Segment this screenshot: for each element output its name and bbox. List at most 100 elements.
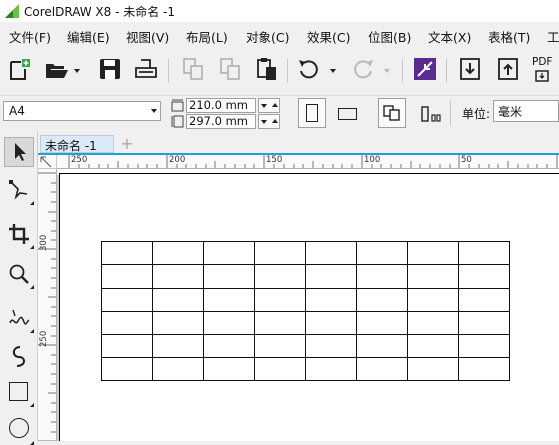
menu-view[interactable]: 视图(V) <box>126 27 169 46</box>
open-folder-icon[interactable] <box>44 56 70 82</box>
ruler-origin-icon <box>40 156 52 168</box>
document-tab-label: 未命名 -1 <box>45 139 97 153</box>
spin-down-icon[interactable] <box>261 120 267 124</box>
menu-bar: 文件(F) 编辑(E) 视图(V) 布局(L) 对象(C) 效果(C) 位图(B… <box>0 22 559 47</box>
page-size-select[interactable]: A4 <box>3 101 161 121</box>
flyout-indicator <box>30 201 34 205</box>
menu-edit[interactable]: 编辑(E) <box>67 27 110 46</box>
units-label: 单位: <box>462 107 491 121</box>
menu-file[interactable]: 文件(F) <box>9 27 51 46</box>
property-bar: A4 210.0 mm 297.0 mm 单位: 毫米 <box>0 95 559 132</box>
landscape-icon <box>338 108 357 120</box>
ruler-h-label: 50 <box>461 155 472 165</box>
pdf-icon <box>535 70 549 82</box>
vertical-ruler-ticks <box>38 172 56 441</box>
undo-dropdown-icon[interactable] <box>330 69 336 73</box>
add-tab-icon[interactable]: + <box>118 135 136 153</box>
rectangle-tool[interactable] <box>4 377 34 407</box>
menu-object[interactable]: 对象(C) <box>246 27 289 46</box>
new-document-icon[interactable] <box>6 56 32 82</box>
horizontal-ruler-ticks <box>68 155 558 168</box>
chevron-down-icon <box>151 109 157 113</box>
export-icon[interactable] <box>495 56 521 82</box>
portrait-button[interactable] <box>298 98 326 128</box>
ruler-h-label: 150 <box>266 155 283 165</box>
units-value: 毫米 <box>498 105 523 119</box>
open-dropdown-icon[interactable] <box>74 69 80 73</box>
spin-down-icon[interactable] <box>261 104 267 108</box>
flyout-indicator <box>30 441 34 445</box>
pick-tool[interactable] <box>4 137 34 167</box>
table-object[interactable] <box>100 240 512 383</box>
pdf-label: PDF <box>532 56 553 68</box>
toolbar-separator <box>402 59 403 83</box>
search-content-icon[interactable] <box>412 56 438 82</box>
artistic-media-tool[interactable] <box>4 341 34 371</box>
rectangle-icon <box>9 382 28 401</box>
current-page-icon[interactable] <box>419 103 443 123</box>
ruler-v-label: 250 <box>39 330 49 347</box>
menu-effects[interactable]: 效果(C) <box>307 27 350 46</box>
shape-tool[interactable] <box>4 175 34 205</box>
redo-dropdown-icon <box>384 69 390 73</box>
ruler-h-label: 250 <box>71 155 88 165</box>
undo-icon[interactable] <box>296 56 322 82</box>
standard-toolbar: PDF <box>0 47 559 95</box>
copy-disabled-icon <box>183 58 203 80</box>
import-icon[interactable] <box>457 56 483 82</box>
publish-pdf-button[interactable]: PDF <box>531 56 559 84</box>
ellipse-icon <box>9 418 29 438</box>
ruler-h-label: 100 <box>364 155 381 165</box>
portrait-icon <box>306 104 318 122</box>
flyout-indicator <box>30 285 34 289</box>
horizontal-ruler[interactable]: 250 200 150 100 50 <box>57 155 559 169</box>
crop-icon <box>9 224 29 244</box>
freehand-icon <box>9 309 30 325</box>
crop-tool[interactable] <box>4 219 34 249</box>
menu-layout[interactable]: 布局(L) <box>186 27 228 46</box>
menu-tools[interactable]: 工 <box>547 27 559 46</box>
menu-text[interactable]: 文本(X) <box>428 27 471 46</box>
artistic-media-icon <box>12 346 25 367</box>
flyout-indicator <box>30 329 34 333</box>
flyout-indicator <box>30 403 34 407</box>
all-pages-icon <box>383 105 400 121</box>
save-icon[interactable] <box>97 56 123 82</box>
menu-table[interactable]: 表格(T) <box>488 27 530 46</box>
document-tab[interactable]: 未命名 -1 <box>40 135 114 153</box>
menu-bitmaps[interactable]: 位图(B) <box>368 27 411 46</box>
zoom-tool[interactable] <box>4 259 34 289</box>
ruler-h-label: 200 <box>169 155 186 165</box>
window-title: CorelDRAW X8 - 未命名 -1 <box>24 5 176 19</box>
vertical-ruler[interactable]: 300 250 <box>38 169 57 441</box>
toolbox <box>0 131 38 445</box>
toolbar-separator <box>446 59 447 83</box>
freehand-tool[interactable] <box>4 303 34 333</box>
page-size-value: A4 <box>9 104 25 118</box>
ruler-v-label: 300 <box>39 234 49 251</box>
page-height-icon <box>171 115 184 128</box>
spin-up-icon[interactable] <box>272 103 278 107</box>
toolbar-separator <box>168 59 169 83</box>
title-bar: CorelDRAW X8 - 未命名 -1 <box>0 0 559 22</box>
redo-icon <box>354 60 373 79</box>
ruler-origin[interactable] <box>38 155 57 169</box>
page-width-icon <box>171 99 184 112</box>
print-icon[interactable] <box>133 56 159 82</box>
all-pages-button[interactable] <box>378 98 406 128</box>
shape-edit-icon <box>9 180 28 200</box>
units-select[interactable]: 毫米 <box>493 100 559 122</box>
coreldraw-logo-icon <box>5 4 19 18</box>
page-height-field[interactable]: 297.0 mm <box>186 114 256 129</box>
landscape-button[interactable] <box>334 106 360 122</box>
page-width-spinner[interactable] <box>258 98 280 113</box>
pointer-arrow-icon <box>15 143 26 161</box>
magnifier-icon <box>9 264 29 284</box>
spin-up-icon[interactable] <box>272 119 278 123</box>
page-height-spinner[interactable] <box>258 114 280 129</box>
cut-disabled-icon <box>220 58 240 80</box>
paste-icon[interactable] <box>253 56 279 82</box>
document-tab-bar: 未命名 -1 + <box>38 133 559 155</box>
page-width-field[interactable]: 210.0 mm <box>186 98 256 113</box>
toolbar-separator <box>450 100 451 126</box>
